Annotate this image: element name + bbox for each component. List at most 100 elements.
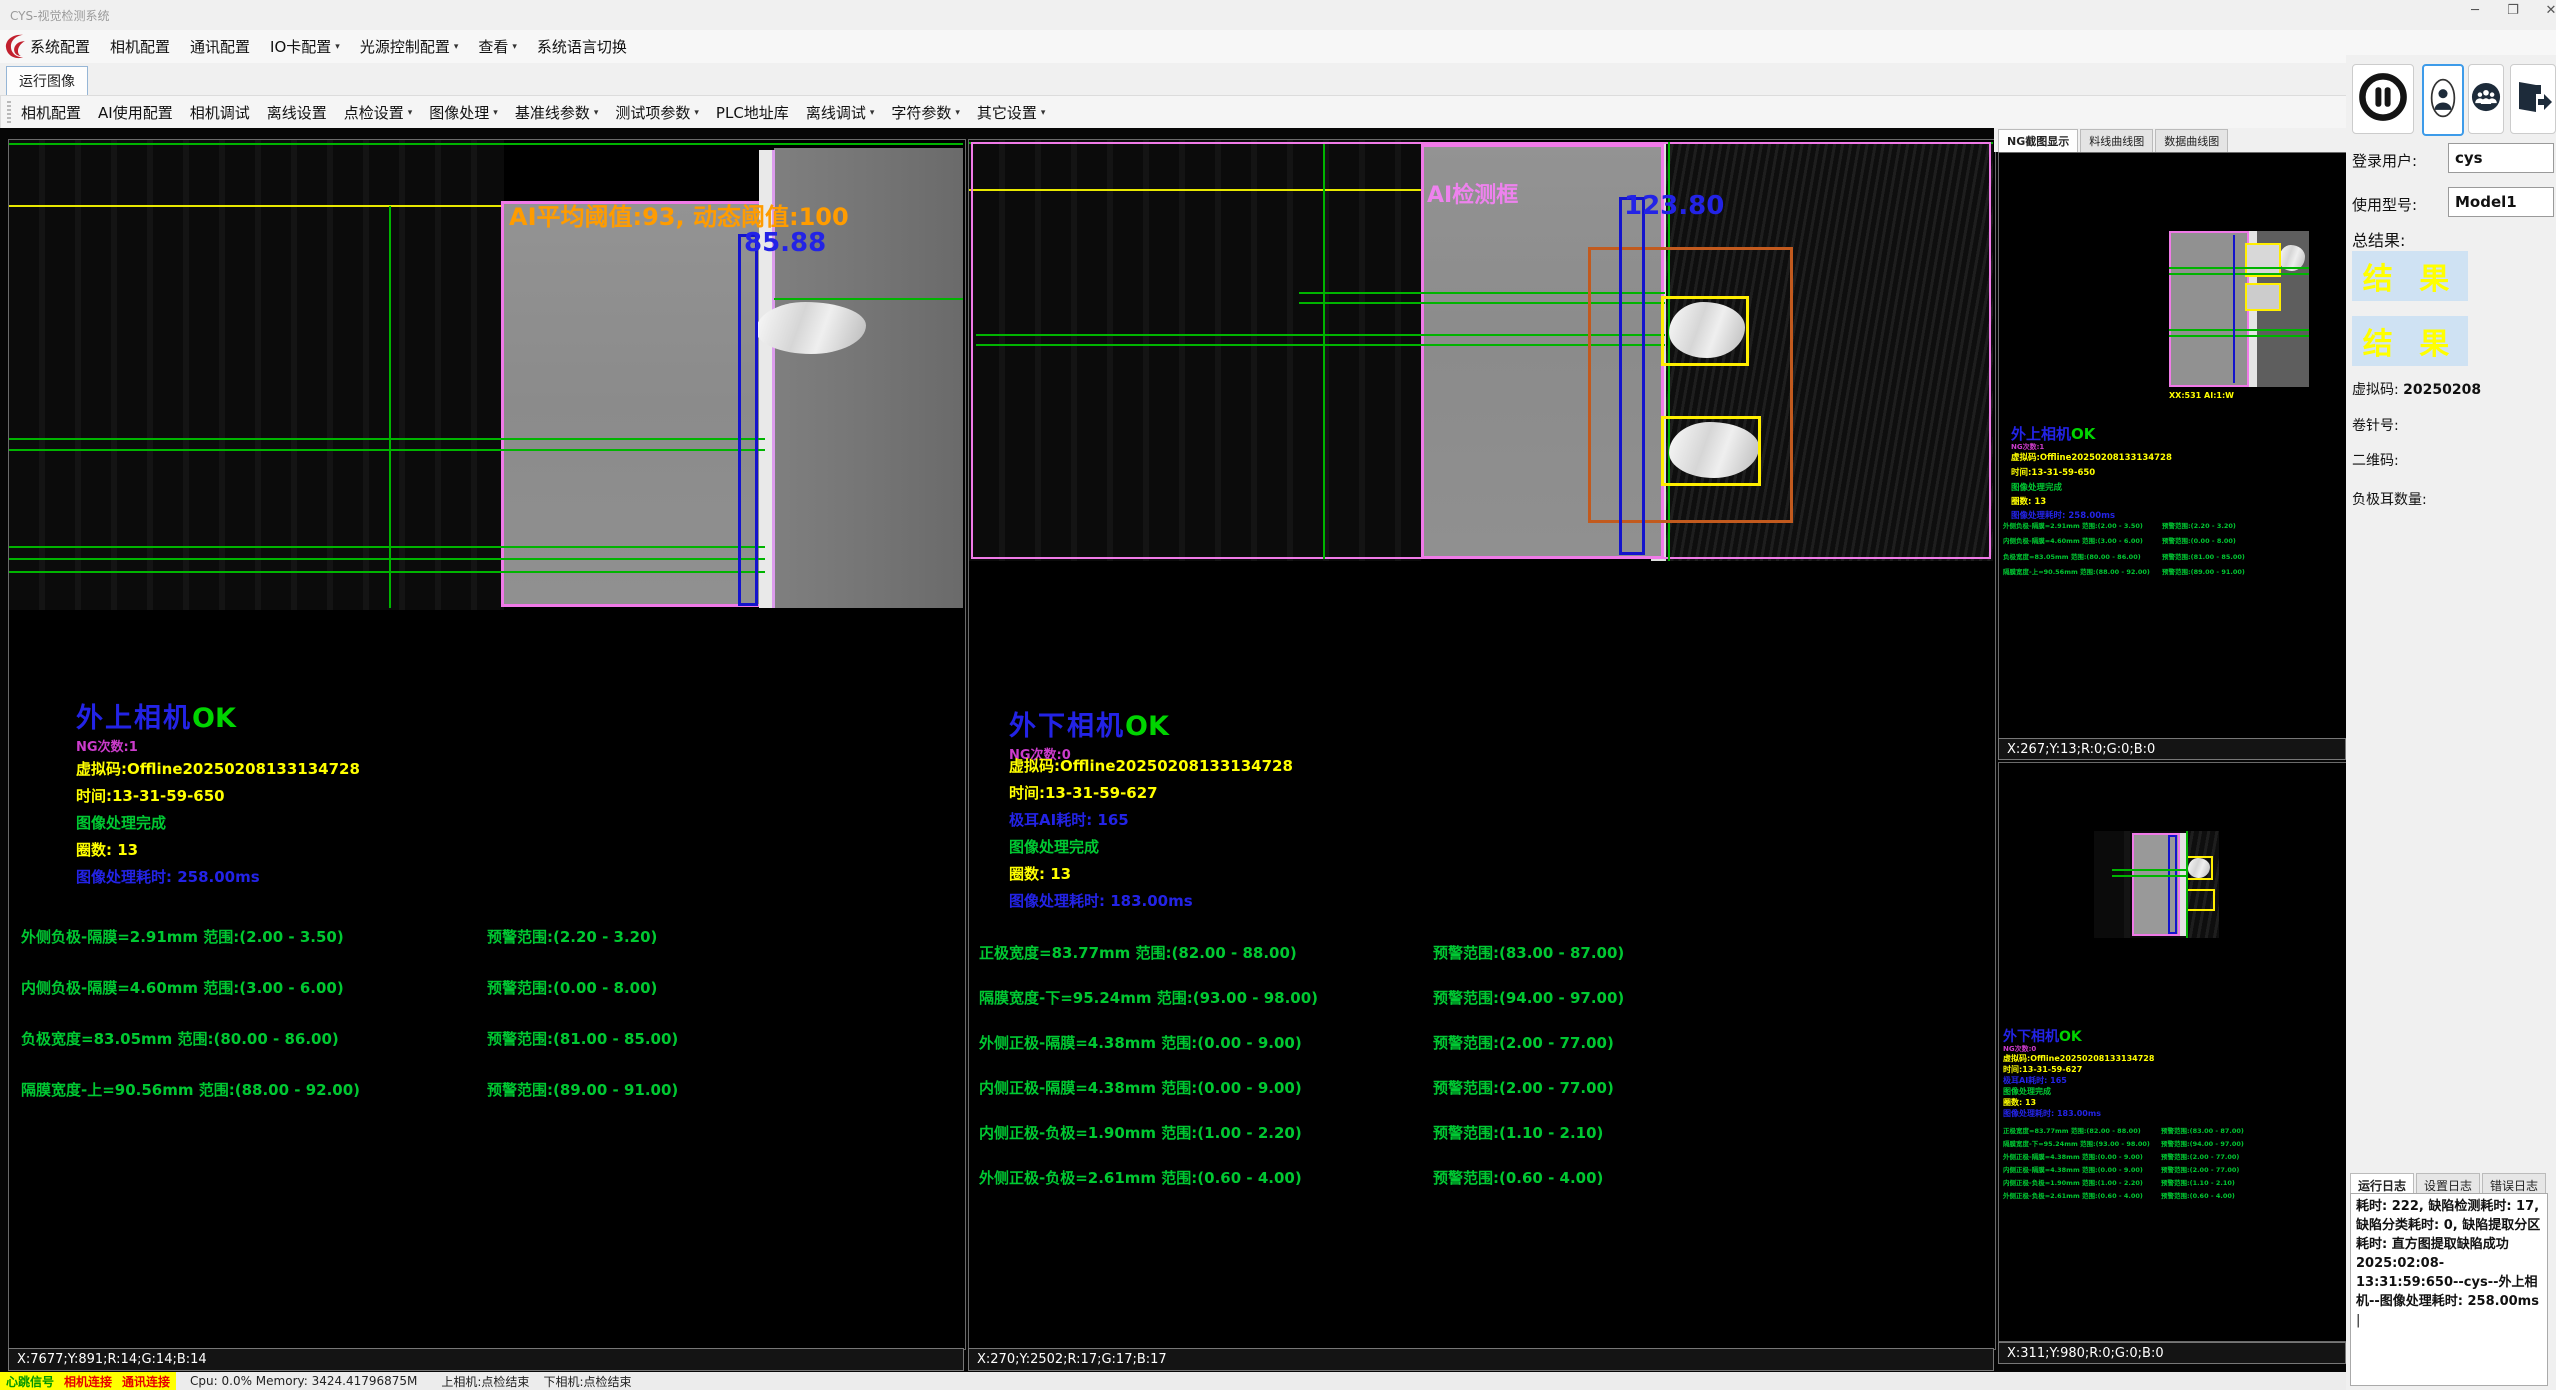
measurement-value: 正极宽度=83.77mm 范围:(82.00 - 88.00) [979,942,1433,963]
measurement-value: 内侧负极-隔膜=4.60mm 范围:(3.00 - 6.00) [2003,535,2162,545]
measurement-warning-range: 预警范围:(81.00 - 85.00) [487,1028,956,1049]
measurement-value: 外侧正极-负极=2.61mm 范围:(0.60 - 4.00) [2003,1190,2161,1200]
app-window: CYS-视觉检测系统 ─ ❐ ✕ 系统配置▾ 相机配置▾ 通讯配置▾ IO卡配置… [0,0,2556,1390]
measurement-value: 负极宽度=83.05mm 范围:(80.00 - 86.00) [21,1028,487,1049]
exit-button[interactable] [2510,64,2556,134]
measurement-warning-range: 预警范围:(2.00 - 77.00) [2161,1164,2343,1174]
user-icon [2430,77,2456,123]
menu-item[interactable]: 通讯配置▾ [190,36,250,57]
status-bar: 心跳信号 相机连接 通讯连接 Cpu: 0.0% Memory: 3424.41… [0,1372,2346,1390]
measurement-row: 负极宽度=83.05mm 范围:(80.00 - 86.00) 预警范围:(81… [21,1013,956,1064]
measurement-row: 内侧负极-隔膜=4.60mm 范围:(3.00 - 6.00) 预警范围:(0.… [2003,533,2343,549]
ng-count: NG次数:1 [76,736,138,755]
process-done-line: 图像处理完成 [76,812,166,833]
toolbar-item[interactable]: 图像处理▾ [429,102,498,123]
ng-snapshot-lower[interactable]: 外下相机OK NG次数:0 虚拟码:Offline202502081331347… [1998,762,2348,1342]
toolbar-item[interactable]: 点检设置▾ [344,102,413,123]
sidebar: 登录用户: cys 使用型号: Model1 总结果: 结 果 结 果 虚拟码:… [2346,55,2556,1390]
toolbar-grip[interactable] [7,101,11,123]
measurement-warning-range: 预警范围:(2.00 - 77.00) [2161,1151,2343,1161]
elapsed-line: 图像处理耗时: 183.00ms [2003,1108,2101,1119]
menu-item[interactable]: IO卡配置▾ [270,36,340,57]
measurement-row: 负极宽度=83.05mm 范围:(80.00 - 86.00) 预警范围:(81… [2003,548,2343,564]
measurement-value: 内侧正极-隔膜=4.38mm 范围:(0.00 - 9.00) [2003,1164,2161,1174]
pause-button[interactable] [2352,64,2414,134]
ng-lower-coordinate-bar: X:311;Y:980;R:0;G:0;B:0 [1998,1342,2346,1364]
toolbar-item[interactable]: 离线调试▾ [806,102,875,123]
chevron-down-icon: ▾ [1041,108,1046,118]
result-box-2: 结 果 [2352,316,2468,366]
user-button[interactable] [2422,64,2464,136]
users-group-button[interactable] [2468,64,2504,134]
toolbar-item[interactable]: PLC地址库▾ [716,102,789,123]
toolbar-item[interactable]: 字符参数▾ [891,102,960,123]
measurement-row: 正极宽度=83.77mm 范围:(82.00 - 88.00) 预警范围:(83… [2003,1123,2343,1136]
ng-thumb-image [2094,831,2219,938]
pause-icon [2357,71,2409,127]
measurement-row: 隔膜宽度-下=95.24mm 范围:(93.00 - 98.00) 预警范围:(… [2003,1136,2343,1149]
toolbar-item[interactable]: 相机调试▾ [190,102,250,123]
run-log-text[interactable]: 耗时: 222, 缺陷检测耗时: 17, 缺陷分类耗时: 0, 缺陷提取分区耗时… [2350,1193,2548,1386]
tab-material-curve[interactable]: 料线曲线图 [2080,129,2153,152]
measurement-value: 外侧正极-隔膜=4.38mm 范围:(0.00 - 9.00) [979,1032,1433,1053]
virtual-code-row: 虚拟码: 20250208 [2352,379,2481,399]
toolbar-item[interactable]: 相机配置▾ [21,102,81,123]
measurement-value: 隔膜宽度-下=95.24mm 范围:(93.00 - 98.00) [2003,1138,2161,1148]
tab-data-curve[interactable]: 数据曲线图 [2155,129,2228,152]
minimize-button[interactable]: ─ [2460,2,2490,20]
maximize-button[interactable]: ❐ [2498,2,2528,20]
measurement-warning-range: 预警范围:(94.00 - 97.00) [1433,987,1979,1008]
elapsed-line: 图像处理耗时: 258.00ms [76,866,260,887]
toolbar-item[interactable]: 测试项参数▾ [615,102,699,123]
measurement-warning-range: 预警范围:(89.00 - 91.00) [487,1079,956,1100]
menu-item[interactable]: 相机配置▾ [110,36,170,57]
lower-camera-check-status: 下相机:点检结束 [543,1373,631,1390]
ng-display-tabs: NG截图显示 料线曲线图 数据曲线图 [1994,128,2346,152]
menu-item[interactable]: 系统配置▾ [30,36,90,57]
lower-measurement-list: 正极宽度=83.77mm 范围:(82.00 - 88.00) 预警范围:(83… [979,930,1979,1200]
toolbar-item[interactable]: 离线设置▾ [267,102,327,123]
toolbar-item[interactable]: AI使用配置▾ [98,102,173,123]
menu-item[interactable]: 光源控制配置▾ [360,36,459,57]
lower-camera-image[interactable]: AI检测框 123.80 [969,140,1993,561]
ai-threshold-overlay: AI平均阈值:93, 动态阈值:100 [509,197,849,232]
measurement-value: 负极宽度=83.05mm 范围:(80.00 - 86.00) [2003,551,2162,561]
menu-item[interactable]: 查看▾ [478,36,517,57]
process-done-line: 图像处理完成 [2011,481,2062,493]
mini-measurement-list: 正极宽度=83.77mm 范围:(82.00 - 88.00) 预警范围:(83… [2003,1123,2343,1201]
measurement-row: 外侧正极-隔膜=4.38mm 范围:(0.00 - 9.00) 预警范围:(2.… [979,1020,1979,1065]
ng-snapshot-upper[interactable]: XX:531 AI:1:W 外上相机OK NG次数:1 虚拟码:Offline2… [1998,152,2348,739]
ai-detect-box-label: AI检测框 [1427,177,1518,209]
model-input[interactable]: Model1 [2448,187,2554,217]
ai-elapsed-line: 极耳AI耗时: 165 [2003,1075,2067,1086]
measurement-warning-range: 预警范围:(0.60 - 4.00) [2161,1190,2343,1200]
loop-count-line: 圈数: 13 [76,839,138,860]
chevron-down-icon: ▾ [335,42,340,52]
measurement-row: 正极宽度=83.77mm 范围:(82.00 - 88.00) 预警范围:(83… [979,930,1979,975]
tab-run-image[interactable]: 运行图像 [6,66,88,97]
lower-camera-panel: AI检测框 123.80 外下相机OK NG次数:0 虚拟码:Offline20… [968,139,1996,1350]
measurement-value: 正极宽度=83.77mm 范围:(82.00 - 88.00) [2003,1125,2161,1135]
camera-result-ok: OK [2059,1029,2082,1045]
process-done-line: 图像处理完成 [1009,836,1099,857]
camera-result-ok: OK [1125,711,1169,742]
measure-value-label: 123.80 [1624,191,1724,221]
menu-bar: 系统配置▾ 相机配置▾ 通讯配置▾ IO卡配置▾ 光源控制配置▾ 查看▾ 系统语… [0,30,2556,63]
toolbar-item[interactable]: 其它设置▾ [977,102,1046,123]
toolbar-item[interactable]: 基准线参数▾ [515,102,599,123]
toolbar-items: 相机配置▾ AI使用配置▾ 相机调试▾ 离线设置▾ 点检设置▾ 图像处理▾ 基准… [21,96,1045,129]
upper-camera-image[interactable]: AI平均阈值:93, 动态阈值:100 85.88 [9,140,963,610]
toolbar: 相机配置▾ AI使用配置▾ 相机调试▾ 离线设置▾ 点检设置▾ 图像处理▾ 基准… [0,95,2348,130]
exit-door-icon [2514,78,2552,120]
camera-name: 外上相机 [2011,425,2071,443]
login-user-input[interactable]: cys [2448,143,2554,173]
upper-camera-check-status: 上相机:点检结束 [441,1373,529,1390]
measurement-row: 外侧正极-隔膜=4.38mm 范围:(0.00 - 9.00) 预警范围:(2.… [2003,1149,2343,1162]
close-button[interactable]: ✕ [2536,2,2556,20]
menu-item[interactable]: 系统语言切换▾ [537,36,627,57]
chevron-down-icon: ▾ [512,42,517,52]
tab-ng-screenshot[interactable]: NG截图显示 [1998,129,2078,152]
chevron-down-icon: ▾ [408,108,413,118]
measure-box-blue [738,234,758,606]
view-tab-row: 运行图像 [0,63,2346,95]
